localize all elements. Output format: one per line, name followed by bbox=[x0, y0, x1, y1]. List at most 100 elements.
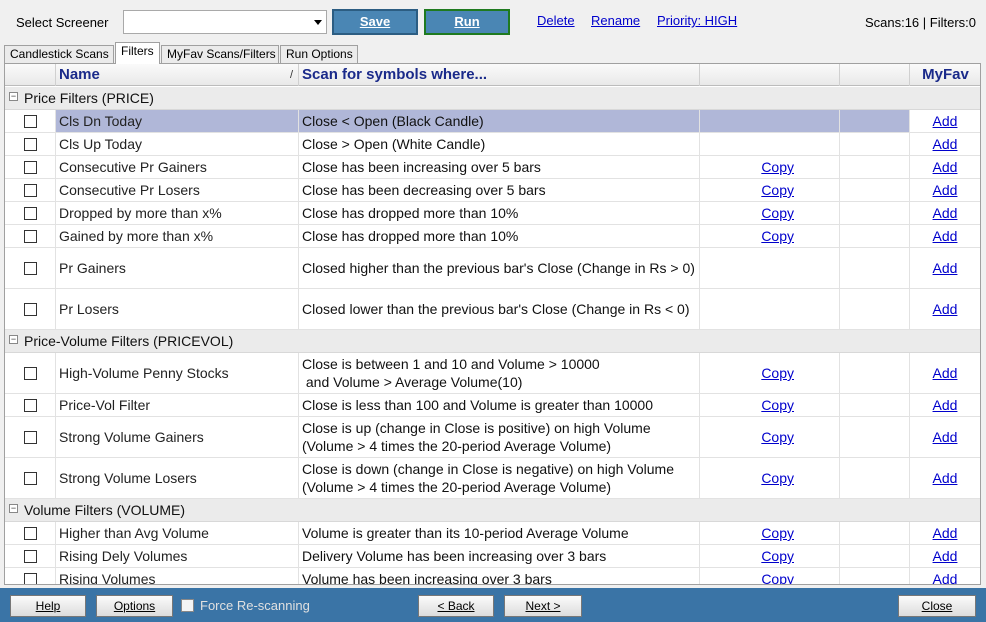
row-checkbox[interactable] bbox=[23, 302, 37, 316]
row-checkbox[interactable] bbox=[23, 114, 37, 128]
priority-link[interactable]: Priority: HIGH bbox=[657, 13, 737, 28]
copy-link[interactable] bbox=[700, 248, 840, 288]
add-to-myfav-link[interactable]: Add bbox=[910, 156, 980, 178]
scan-filter-count: Scans:16 | Filters:0 bbox=[864, 15, 976, 30]
collapse-icon[interactable]: − bbox=[9, 335, 18, 344]
row-checkbox[interactable] bbox=[23, 183, 37, 197]
tab-myfav-scans-filters[interactable]: MyFav Scans/Filters bbox=[161, 45, 279, 64]
row-checkbox[interactable] bbox=[23, 160, 37, 174]
copy-link[interactable]: Copy bbox=[700, 156, 840, 178]
table-row[interactable]: Rising Volumes Volume has been increasing… bbox=[5, 568, 980, 584]
back-button[interactable]: < Back bbox=[418, 595, 494, 617]
sort-icon[interactable]: / bbox=[290, 64, 293, 86]
table-row[interactable]: High-Volume Penny Stocks Close is between… bbox=[5, 353, 980, 394]
delete-link[interactable]: Delete bbox=[537, 13, 575, 28]
force-rescanning-checkbox[interactable] bbox=[181, 599, 194, 612]
row-checkbox[interactable] bbox=[23, 261, 37, 275]
filter-scan-condition: Close is down (change in Close is negati… bbox=[299, 458, 700, 498]
tab-candlestick-scans[interactable]: Candlestick Scans bbox=[4, 45, 114, 64]
tab-run-options[interactable]: Run Options bbox=[280, 45, 358, 64]
filter-name: Strong Volume Losers bbox=[56, 458, 299, 498]
add-to-myfav-link[interactable]: Add bbox=[910, 353, 980, 393]
header-myfav[interactable]: MyFav bbox=[910, 64, 980, 86]
row-select-cell bbox=[5, 568, 56, 584]
collapse-icon[interactable]: − bbox=[9, 92, 18, 101]
add-to-myfav-link[interactable]: Add bbox=[910, 417, 980, 457]
row-checkbox[interactable] bbox=[23, 549, 37, 563]
copy-link[interactable]: Copy bbox=[700, 522, 840, 544]
add-to-myfav-link[interactable]: Add bbox=[910, 202, 980, 224]
table-row[interactable]: Rising Dely Volumes Delivery Volume has b… bbox=[5, 545, 980, 568]
help-button[interactable]: Help bbox=[10, 595, 86, 617]
row-checkbox[interactable] bbox=[23, 366, 37, 380]
copy-link[interactable]: Copy bbox=[700, 568, 840, 584]
table-row[interactable]: Higher than Avg Volume Volume is greater … bbox=[5, 522, 980, 545]
copy-link[interactable]: Copy bbox=[700, 353, 840, 393]
add-to-myfav-link[interactable]: Add bbox=[910, 568, 980, 584]
copy-link[interactable]: Copy bbox=[700, 545, 840, 567]
add-to-myfav-link[interactable]: Add bbox=[910, 248, 980, 288]
next-button[interactable]: Next > bbox=[504, 595, 582, 617]
filter-scan-condition: Closed higher than the previous bar's Cl… bbox=[299, 248, 700, 288]
filter-name: Rising Volumes bbox=[56, 568, 299, 584]
run-button[interactable]: Run bbox=[424, 9, 510, 35]
rename-link[interactable]: Rename bbox=[591, 13, 640, 28]
add-to-myfav-link[interactable]: Add bbox=[910, 133, 980, 155]
row-checkbox[interactable] bbox=[23, 430, 37, 444]
add-to-myfav-link[interactable]: Add bbox=[910, 289, 980, 329]
copy-link[interactable]: Copy bbox=[700, 417, 840, 457]
table-row[interactable]: Cls Dn Today Close < Open (Black Candle) A… bbox=[5, 110, 980, 133]
add-to-myfav-link[interactable]: Add bbox=[910, 225, 980, 247]
table-row[interactable]: Cls Up Today Close > Open (White Candle) A… bbox=[5, 133, 980, 156]
header-name[interactable]: Name / bbox=[56, 64, 299, 86]
group-header[interactable]: − Volume Filters (VOLUME) bbox=[5, 499, 980, 522]
table-row[interactable]: Consecutive Pr Gainers Close has been inc… bbox=[5, 156, 980, 179]
group-header[interactable]: − Price Filters (PRICE) bbox=[5, 87, 980, 110]
row-checkbox[interactable] bbox=[23, 206, 37, 220]
table-row[interactable]: Gained by more than x% Close has dropped … bbox=[5, 225, 980, 248]
table-row[interactable]: Price-Vol Filter Close is less than 100 a… bbox=[5, 394, 980, 417]
copy-link[interactable] bbox=[700, 133, 840, 155]
row-checkbox[interactable] bbox=[23, 526, 37, 540]
copy-link[interactable]: Copy bbox=[700, 225, 840, 247]
tab-filters[interactable]: Filters bbox=[115, 42, 160, 64]
table-row[interactable]: Consecutive Pr Losers Close has been decr… bbox=[5, 179, 980, 202]
row-checkbox[interactable] bbox=[23, 572, 37, 584]
force-rescanning-label[interactable]: Force Re-scanning bbox=[200, 598, 310, 613]
copy-link[interactable] bbox=[700, 289, 840, 329]
header-blank-col bbox=[840, 64, 910, 86]
add-to-myfav-link[interactable]: Add bbox=[910, 179, 980, 201]
copy-link[interactable]: Copy bbox=[700, 179, 840, 201]
screener-dropdown[interactable] bbox=[123, 10, 327, 34]
row-checkbox[interactable] bbox=[23, 398, 37, 412]
collapse-icon[interactable]: − bbox=[9, 504, 18, 513]
table-row[interactable]: Dropped by more than x% Close has dropped… bbox=[5, 202, 980, 225]
blank-cell bbox=[840, 179, 910, 201]
group-header[interactable]: − Price-Volume Filters (PRICEVOL) bbox=[5, 330, 980, 353]
close-button[interactable]: Close bbox=[898, 595, 976, 617]
chevron-down-icon[interactable] bbox=[314, 20, 322, 25]
add-to-myfav-link[interactable]: Add bbox=[910, 394, 980, 416]
copy-link[interactable]: Copy bbox=[700, 458, 840, 498]
row-checkbox[interactable] bbox=[23, 471, 37, 485]
add-to-myfav-link[interactable]: Add bbox=[910, 545, 980, 567]
table-row[interactable]: Strong Volume Gainers Close is up (change… bbox=[5, 417, 980, 458]
blank-cell bbox=[840, 394, 910, 416]
filter-scan-condition: Close is between 1 and 10 and Volume > 1… bbox=[299, 353, 700, 393]
header-scan[interactable]: Scan for symbols where... bbox=[299, 64, 700, 86]
blank-cell bbox=[840, 522, 910, 544]
add-to-myfav-link[interactable]: Add bbox=[910, 458, 980, 498]
table-row[interactable]: Strong Volume Losers Close is down (chang… bbox=[5, 458, 980, 499]
options-button[interactable]: Options bbox=[96, 595, 173, 617]
row-checkbox[interactable] bbox=[23, 229, 37, 243]
copy-link[interactable]: Copy bbox=[700, 202, 840, 224]
save-button[interactable]: Save bbox=[332, 9, 418, 35]
header-copy-col bbox=[700, 64, 840, 86]
table-row[interactable]: Pr Losers Closed lower than the previous … bbox=[5, 289, 980, 330]
row-checkbox[interactable] bbox=[23, 137, 37, 151]
copy-link[interactable] bbox=[700, 110, 840, 132]
copy-link[interactable]: Copy bbox=[700, 394, 840, 416]
add-to-myfav-link[interactable]: Add bbox=[910, 522, 980, 544]
add-to-myfav-link[interactable]: Add bbox=[910, 110, 980, 132]
table-row[interactable]: Pr Gainers Closed higher than the previou… bbox=[5, 248, 980, 289]
